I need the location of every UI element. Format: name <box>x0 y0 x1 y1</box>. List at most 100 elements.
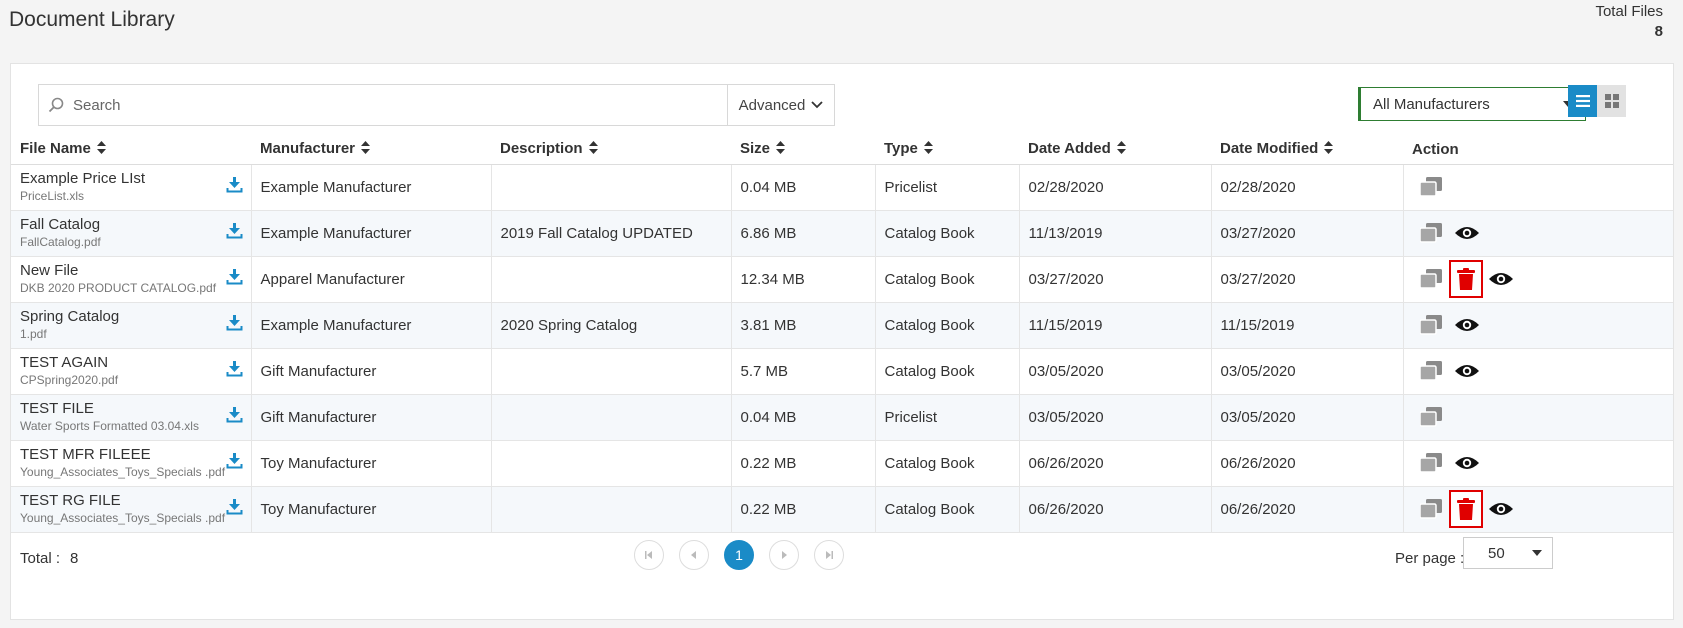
size-cell: 6.86 MB <box>731 210 876 257</box>
table-row: TEST RG FILE Young_Associates_Toys_Specia… <box>11 486 1673 533</box>
sort-icon[interactable] <box>361 141 371 158</box>
manufacturer-cell: Toy Manufacturer <box>251 440 492 487</box>
column-header-label: Date Modified <box>1220 140 1319 158</box>
list-icon <box>1575 95 1590 107</box>
manufacturer-cell: Gift Manufacturer <box>251 394 492 441</box>
file-title[interactable]: TEST RG FILE <box>20 492 225 510</box>
type-cell: Pricelist <box>875 394 1020 441</box>
prev-page-button[interactable] <box>679 540 709 570</box>
grid-view-button[interactable] <box>1597 85 1626 117</box>
view-button[interactable] <box>1483 262 1519 296</box>
per-page-select[interactable]: 50 <box>1463 537 1553 569</box>
file-title[interactable]: TEST FILE <box>20 400 199 418</box>
view-button[interactable] <box>1449 446 1485 480</box>
copy-button[interactable] <box>1413 400 1449 434</box>
action-cell <box>1403 164 1673 211</box>
sort-icon[interactable] <box>923 141 933 158</box>
table-row: Example Price LIst PriceList.xls Example M… <box>11 164 1673 211</box>
download-icon[interactable] <box>226 361 243 381</box>
copy-button[interactable] <box>1413 492 1449 526</box>
column-header-label: Action <box>1412 140 1459 158</box>
manufacturer-cell: Apparel Manufacturer <box>251 256 492 303</box>
sort-icon[interactable] <box>1116 141 1126 158</box>
download-icon[interactable] <box>226 223 243 243</box>
copy-icon <box>1419 269 1442 289</box>
description-cell: 2019 Fall Catalog UPDATED <box>491 210 732 257</box>
column-header[interactable]: Date Added <box>1019 135 1211 165</box>
total-files-count: 8 <box>1654 23 1663 40</box>
file-name: Young_Associates_Toys_Specials .pdf <box>20 511 226 525</box>
copy-icon <box>1419 177 1442 197</box>
column-header[interactable]: Date Modified <box>1211 135 1403 165</box>
view-button[interactable] <box>1449 308 1485 342</box>
description-cell <box>491 348 732 395</box>
footer-total-value: 8 <box>70 550 79 567</box>
download-icon[interactable] <box>226 499 243 519</box>
copy-button[interactable] <box>1413 262 1449 296</box>
download-icon[interactable] <box>226 315 243 335</box>
sort-icon[interactable] <box>776 141 786 158</box>
trash-icon <box>1456 498 1475 520</box>
copy-icon <box>1419 499 1442 519</box>
file-name: DKB 2020 PRODUCT CATALOG.pdf <box>20 281 217 295</box>
advanced-search-button[interactable]: Advanced <box>727 85 834 125</box>
per-page-label: Per page : <box>1395 550 1465 567</box>
description-cell <box>491 256 732 303</box>
description-cell <box>491 486 732 533</box>
column-header: Action <box>1403 135 1673 165</box>
column-header[interactable]: Description <box>491 135 731 165</box>
file-name-cell: New File DKB 2020 PRODUCT CATALOG.pdf <box>11 256 252 303</box>
manufacturer-select[interactable]: All Manufacturers <box>1358 87 1586 121</box>
sort-icon[interactable] <box>96 141 106 158</box>
eye-icon <box>1454 455 1480 471</box>
file-title[interactable]: TEST AGAIN <box>20 354 118 372</box>
copy-button[interactable] <box>1413 446 1449 480</box>
column-header[interactable]: Type <box>875 135 1019 165</box>
copy-button[interactable] <box>1413 170 1449 204</box>
delete-button[interactable] <box>1448 260 1483 298</box>
modified-cell: 02/28/2020 <box>1211 164 1404 211</box>
download-icon[interactable] <box>226 453 243 473</box>
view-button[interactable] <box>1449 216 1485 250</box>
action-group <box>1413 260 1674 298</box>
view-button[interactable] <box>1483 492 1519 526</box>
last-page-button[interactable] <box>814 540 844 570</box>
column-header-label: Description <box>500 140 583 158</box>
search-input[interactable] <box>73 85 727 125</box>
file-name-cell: TEST FILE Water Sports Formatted 03.04.xl… <box>11 394 252 441</box>
size-cell: 3.81 MB <box>731 302 876 349</box>
next-page-button[interactable] <box>769 540 799 570</box>
size-cell: 0.22 MB <box>731 440 876 487</box>
added-cell: 06/26/2020 <box>1019 486 1212 533</box>
column-header[interactable]: Manufacturer <box>251 135 491 165</box>
type-cell: Catalog Book <box>875 486 1020 533</box>
file-title[interactable]: Spring Catalog <box>20 308 119 326</box>
column-header-label: Size <box>740 140 771 158</box>
file-title[interactable]: Fall Catalog <box>20 216 101 234</box>
copy-button[interactable] <box>1413 216 1449 250</box>
download-icon[interactable] <box>226 269 243 289</box>
first-page-button[interactable] <box>634 540 664 570</box>
sort-icon[interactable] <box>588 141 598 158</box>
copy-icon <box>1419 361 1442 381</box>
download-icon[interactable] <box>226 407 243 427</box>
page-1-button[interactable]: 1 <box>724 540 754 570</box>
column-header[interactable]: Size <box>731 135 875 165</box>
copy-button[interactable] <box>1413 308 1449 342</box>
copy-button[interactable] <box>1413 354 1449 388</box>
list-view-button[interactable] <box>1568 85 1597 117</box>
delete-button[interactable] <box>1448 490 1483 528</box>
advanced-label: Advanced <box>738 96 806 114</box>
view-button[interactable] <box>1449 354 1485 388</box>
size-cell: 0.22 MB <box>731 486 876 533</box>
file-title[interactable]: Example Price LIst <box>20 170 145 188</box>
search-box: Advanced <box>38 84 835 126</box>
column-header[interactable]: File Name <box>11 135 251 165</box>
file-title[interactable]: New File <box>20 262 216 280</box>
eye-icon <box>1488 271 1514 287</box>
file-name-cell: TEST MFR FILEEE Young_Associates_Toys_Spe… <box>11 440 252 487</box>
type-cell: Pricelist <box>875 164 1020 211</box>
file-title[interactable]: TEST MFR FILEEE <box>20 446 225 464</box>
sort-icon[interactable] <box>1324 141 1334 158</box>
download-icon[interactable] <box>226 177 243 197</box>
